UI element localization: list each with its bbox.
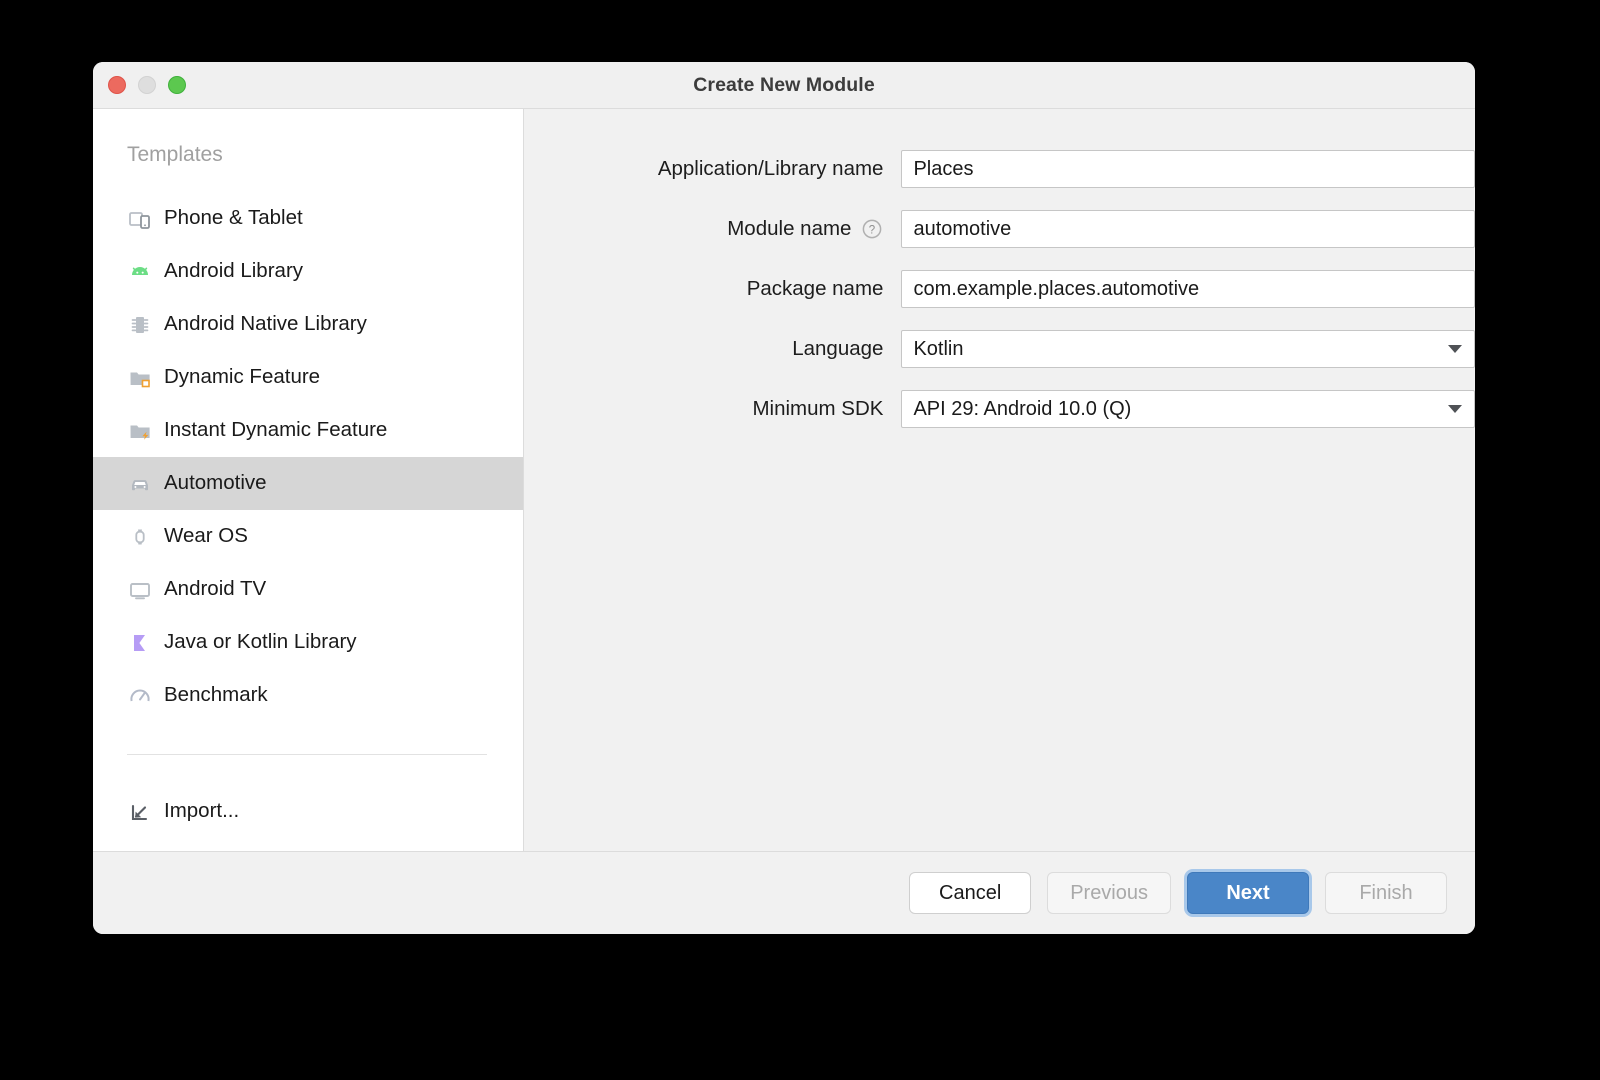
import-arrow-icon	[127, 799, 153, 825]
package-name-label: Package name	[524, 277, 901, 301]
sidebar-item-label: Benchmark	[164, 685, 268, 706]
sidebar-item-wear-os[interactable]: Wear OS	[93, 510, 523, 563]
sidebar-item-java-or-kotlin-library[interactable]: Java or Kotlin Library	[93, 616, 523, 669]
sidebar-item-label: Java or Kotlin Library	[164, 632, 357, 653]
module-name-label: Module name ?	[524, 217, 901, 241]
sidebar-item-label: Android Native Library	[164, 314, 367, 335]
window-title: Create New Module	[93, 74, 1475, 97]
module-config-form: Application/Library name Places Module n…	[524, 109, 1475, 851]
android-icon	[127, 259, 153, 285]
minimum-sdk-value: API 29: Android 10.0 (Q)	[913, 399, 1131, 419]
previous-button[interactable]: Previous	[1047, 872, 1171, 914]
sidebar-item-android-library[interactable]: Android Library	[93, 245, 523, 298]
sidebar-divider	[127, 754, 487, 755]
language-label: Language	[524, 337, 901, 361]
sidebar-item-label: Dynamic Feature	[164, 367, 320, 388]
folder-instant-icon	[127, 418, 153, 444]
svg-text:?: ?	[869, 224, 875, 236]
next-button[interactable]: Next	[1187, 872, 1309, 914]
sidebar-item-android-tv[interactable]: Android TV	[93, 563, 523, 616]
sidebar-item-dynamic-feature[interactable]: Dynamic Feature	[93, 351, 523, 404]
sidebar-item-label: Phone & Tablet	[164, 208, 303, 229]
sidebar-item-label: Android TV	[164, 579, 266, 600]
module-name-label-text: Module name	[727, 217, 851, 241]
chip-icon	[127, 312, 153, 338]
language-select[interactable]: Kotlin	[901, 330, 1475, 368]
folder-dynamic-icon	[127, 365, 153, 391]
traffic-light-group	[108, 76, 186, 94]
gauge-icon	[127, 683, 153, 709]
sidebar-item-label: Android Library	[164, 261, 303, 282]
package-name-input[interactable]: com.example.places.automotive	[901, 270, 1475, 308]
zoom-window-button[interactable]	[168, 76, 186, 94]
module-name-input[interactable]: automotive	[901, 210, 1475, 248]
application-library-name-label: Application/Library name	[524, 157, 901, 181]
sidebar-item-label: Import...	[164, 801, 239, 822]
templates-header: Templates	[93, 109, 523, 167]
application-library-name-input[interactable]: Places	[901, 150, 1475, 188]
cancel-button[interactable]: Cancel	[909, 872, 1031, 914]
minimize-window-button[interactable]	[138, 76, 156, 94]
window-titlebar: Create New Module	[93, 62, 1475, 109]
close-window-button[interactable]	[108, 76, 126, 94]
car-icon	[127, 471, 153, 497]
help-circle-icon[interactable]: ?	[861, 218, 883, 240]
sidebar-item-automotive[interactable]: Automotive	[93, 457, 523, 510]
kotlin-library-icon	[127, 630, 153, 656]
module-name-value: automotive	[913, 218, 1011, 241]
form-row-package-name: Package name com.example.places.automoti…	[524, 270, 1475, 308]
form-row-language: Language Kotlin	[524, 330, 1475, 368]
dialog-button-bar: Cancel Previous Next Finish	[93, 851, 1475, 934]
form-row-module-name: Module name ? automotive	[524, 210, 1475, 248]
sidebar-item-label: Wear OS	[164, 526, 248, 547]
sidebar-item-instant-dynamic-feature[interactable]: Instant Dynamic Feature	[93, 404, 523, 457]
minimum-sdk-label: Minimum SDK	[524, 397, 901, 421]
sidebar-item-import[interactable]: Import...	[93, 785, 523, 838]
create-new-module-dialog: Create New Module Templates Phone & Tabl…	[93, 62, 1475, 934]
minimum-sdk-select[interactable]: API 29: Android 10.0 (Q)	[901, 390, 1475, 428]
tv-icon	[127, 577, 153, 603]
chevron-down-icon	[1448, 405, 1462, 413]
finish-button[interactable]: Finish	[1325, 872, 1447, 914]
phone-tablet-icon	[127, 206, 153, 232]
form-row-minimum-sdk: Minimum SDK API 29: Android 10.0 (Q)	[524, 390, 1475, 428]
sidebar-item-android-native-library[interactable]: Android Native Library	[93, 298, 523, 351]
import-row: Import...	[93, 785, 523, 838]
sidebar-item-benchmark[interactable]: Benchmark	[93, 669, 523, 722]
package-name-value: com.example.places.automotive	[913, 278, 1199, 301]
watch-icon	[127, 524, 153, 550]
sidebar-item-phone-tablet[interactable]: Phone & Tablet	[93, 192, 523, 245]
form-row-application-library-name: Application/Library name Places	[524, 150, 1475, 188]
templates-sidebar: Templates Phone & Tablet	[93, 109, 524, 851]
application-library-name-value: Places	[913, 158, 973, 181]
language-value: Kotlin	[913, 339, 963, 359]
chevron-down-icon	[1448, 345, 1462, 353]
dialog-body: Templates Phone & Tablet	[93, 109, 1475, 851]
template-list: Phone & Tablet Android Library	[93, 192, 523, 722]
sidebar-item-label: Instant Dynamic Feature	[164, 420, 387, 441]
sidebar-item-label: Automotive	[164, 473, 267, 494]
